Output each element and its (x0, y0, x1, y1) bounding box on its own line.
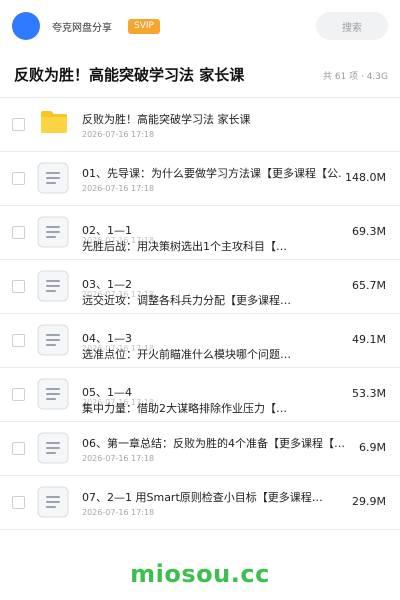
file-row[interactable]: 06、第一章总结：反败为胜的4个准备【更多课程【公众号】 2026-07-16 1… (0, 422, 400, 476)
vip-badge: SVIP (128, 18, 160, 34)
search-placeholder: 搜索 (342, 22, 362, 34)
file-name[interactable]: 反败为胜！高能突破学习法 家长课 (82, 113, 350, 127)
file-date: 2026-07-16 17:18 (82, 508, 155, 517)
file-date: 2026-07-16 17:18 (82, 454, 155, 463)
file-size: 6.9M (357, 441, 386, 454)
row-checkbox[interactable] (12, 496, 25, 509)
file-row[interactable]: 01、先导课：为什么要做学习方法课【更多课程【公众号：知识分享站】 2026-07… (0, 152, 400, 206)
file-size: 148.0M (343, 171, 386, 184)
file-row[interactable]: 03、1—2 2026-07-16 17:18 远交近攻：调整各科兵力分配【更多课程… (0, 260, 400, 314)
file-row[interactable]: 05、1—4 2026-07-16 17:18 集中力量：借助2大谋略排除作业压力【… (0, 368, 400, 422)
file-size: 69.3M (350, 225, 386, 238)
file-name-line2[interactable]: 远交近攻：调整各科兵力分配【更多课程… (82, 294, 350, 308)
avatar[interactable] (12, 12, 40, 40)
file-name[interactable]: 06、第一章总结：反败为胜的4个准备【更多课程【公众号】 (82, 437, 350, 451)
file-name[interactable]: 07、2—1 用Smart原则检查小目标【更多课程… (82, 491, 350, 505)
row-checkbox[interactable] (12, 442, 25, 455)
file-date: 2026-07-16 17:18 (82, 130, 155, 139)
file-size: 53.3M (350, 387, 386, 400)
folder-icon (40, 110, 68, 134)
row-checkbox[interactable] (12, 280, 25, 293)
app-header: 夸克网盘分享 SVIP 搜索 (0, 0, 400, 52)
user-name[interactable]: 夸克网盘分享 (52, 19, 112, 34)
document-icon (37, 162, 69, 194)
file-row[interactable]: 反败为胜！高能突破学习法 家长课 2026-07-16 17:18 (0, 98, 400, 152)
file-size: 29.9M (350, 495, 386, 508)
file-name-line2[interactable]: 集中力量：借助2大谋略排除作业压力【… (82, 402, 350, 416)
folder-meta: 共 61 项 · 4.3G (322, 72, 388, 82)
file-row[interactable]: 07、2—1 用Smart原则检查小目标【更多课程… 2026-07-16 17:… (0, 476, 400, 530)
row-checkbox[interactable] (12, 172, 25, 185)
search-input[interactable]: 搜索 (316, 12, 388, 40)
row-checkbox[interactable] (12, 334, 25, 347)
file-size: 65.7M (350, 279, 386, 292)
file-size: 49.1M (350, 333, 386, 346)
row-checkbox[interactable] (12, 118, 25, 131)
row-checkbox[interactable] (12, 388, 25, 401)
row-checkbox[interactable] (12, 226, 25, 239)
file-name-line2[interactable]: 先胜后战：用决策树选出1个主攻科目【… (82, 240, 350, 254)
file-list: 反败为胜！高能突破学习法 家长课 2026-07-16 17:18 01、先导课：为… (0, 98, 400, 530)
folder-title-bar: 反败为胜！高能突破学习法 家长课 共 61 项 · 4.3G (0, 52, 400, 98)
document-icon (37, 486, 69, 518)
file-name[interactable]: 01、先导课：为什么要做学习方法课【更多课程【公众号：知识分享站】 (82, 167, 350, 181)
document-icon (37, 432, 69, 464)
file-date: 2026-07-16 17:18 (82, 184, 155, 193)
document-icon (37, 378, 69, 410)
file-row[interactable]: 02、1—1 2026-07-16 17:18 先胜后战：用决策树选出1个主攻科目【… (0, 206, 400, 260)
file-row[interactable]: 04、1—3 2026-07-16 17:18 选准点位：开火前瞄准什么模块哪个问题… (0, 314, 400, 368)
document-icon (37, 270, 69, 302)
page-title: 反败为胜！高能突破学习法 家长课 (14, 66, 245, 84)
document-icon (37, 324, 69, 356)
document-icon (37, 216, 69, 248)
file-name-line2[interactable]: 选准点位：开火前瞄准什么模块哪个问题… (82, 348, 350, 362)
watermark: miosou.cc (130, 560, 270, 588)
